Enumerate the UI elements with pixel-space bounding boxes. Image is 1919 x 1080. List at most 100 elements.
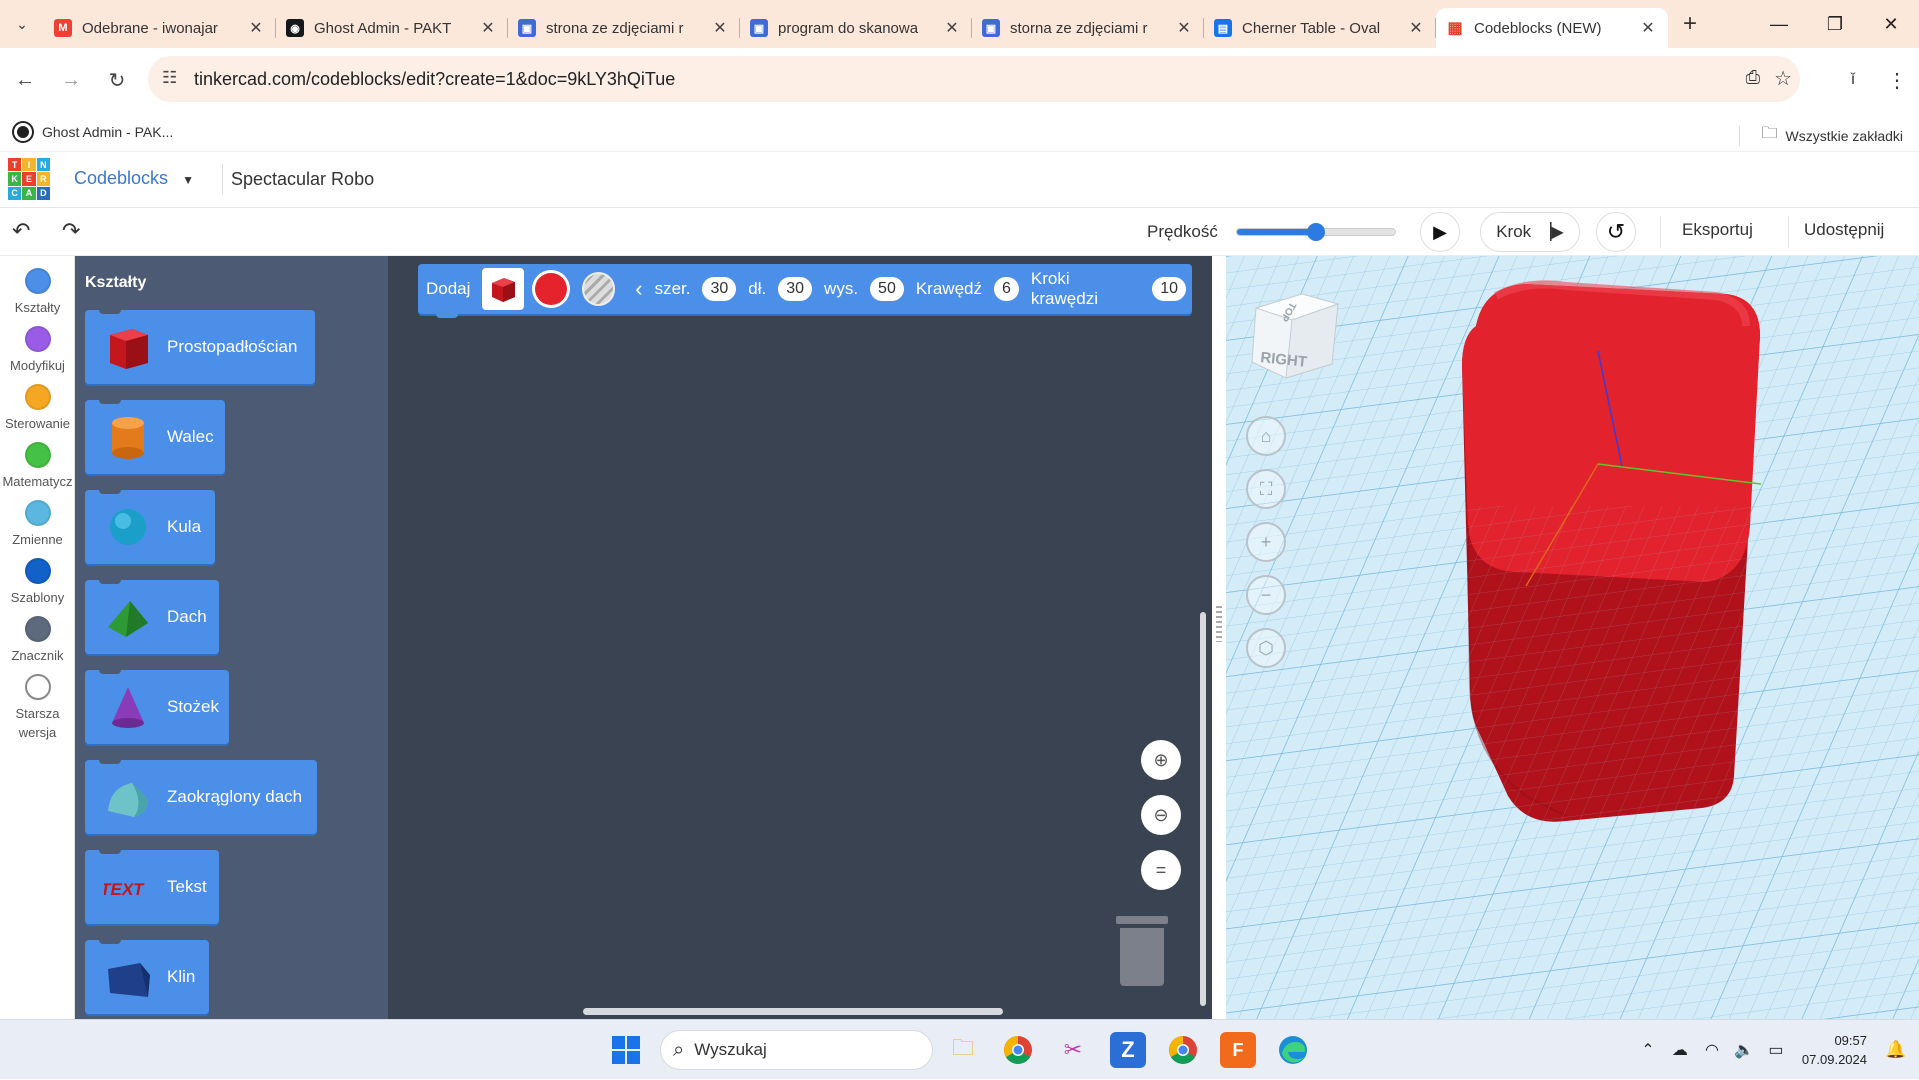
- chevron-up-icon[interactable]: ⌃: [1632, 1040, 1664, 1060]
- category-2[interactable]: Modyfikuj: [0, 326, 75, 375]
- fit-view-button[interactable]: ⛶: [1246, 469, 1286, 509]
- close-tab-icon[interactable]: ✕: [246, 18, 266, 38]
- file-explorer-icon[interactable]: 🗀: [945, 1032, 981, 1068]
- play-button[interactable]: ▶: [1420, 212, 1460, 252]
- zoom-app-icon[interactable]: Z: [1110, 1032, 1146, 1068]
- 3d-viewport[interactable]: RIGHT TOP ⌂ ⛶ + − ⬡: [1226, 256, 1919, 1019]
- browser-tab[interactable]: ▣ program do skanowa ✕: [740, 8, 972, 48]
- profile-icon[interactable]: ǐ: [1831, 71, 1875, 89]
- close-tab-icon[interactable]: ✕: [710, 18, 730, 38]
- notification-bell-icon[interactable]: 🔔: [1881, 1040, 1911, 1060]
- shape-block[interactable]: Klin: [85, 938, 209, 1014]
- category-5[interactable]: Zmienne: [0, 500, 75, 549]
- home-view-button[interactable]: ⌂: [1246, 416, 1286, 456]
- add-shape-block[interactable]: Dodaj ‹ szer. 30 dł. 30 wys. 50 Krawędź …: [418, 264, 1192, 318]
- zoom-in-button[interactable]: ⊕: [1141, 740, 1181, 780]
- category-3[interactable]: Sterowanie: [0, 384, 75, 433]
- color-picker[interactable]: [531, 270, 570, 308]
- minimize-icon[interactable]: —: [1751, 0, 1807, 48]
- close-tab-icon[interactable]: ✕: [942, 18, 962, 38]
- code-workspace[interactable]: Dodaj ‹ szer. 30 dł. 30 wys. 50 Krawędź …: [388, 256, 1212, 1019]
- zoom-in-3d-button[interactable]: +: [1246, 522, 1286, 562]
- reload-icon[interactable]: ↻: [96, 60, 138, 100]
- back-icon[interactable]: ←: [4, 60, 46, 100]
- panel-resize-handle[interactable]: [1212, 256, 1226, 1019]
- collapse-chevron-icon[interactable]: ‹: [635, 276, 642, 302]
- category-7[interactable]: Znacznik: [0, 616, 75, 665]
- tinkercad-logo[interactable]: TINKERCAD: [8, 158, 50, 200]
- shape-block[interactable]: Dach: [85, 578, 219, 654]
- browser-tab[interactable]: M Odebrane - iwonajar ✕: [44, 8, 276, 48]
- reset-zoom-button[interactable]: =: [1141, 850, 1181, 890]
- shape-selector[interactable]: [482, 268, 524, 310]
- project-title[interactable]: Spectacular Robo: [222, 164, 374, 194]
- shape-block[interactable]: Kula: [85, 488, 215, 564]
- shape-block[interactable]: Walec: [85, 398, 225, 474]
- browser-tab[interactable]: ▦ Codeblocks (NEW) ✕: [1436, 8, 1668, 48]
- browser-tab[interactable]: ◉ Ghost Admin - PAKT ✕: [276, 8, 508, 48]
- windows-start-icon[interactable]: [608, 1032, 644, 1068]
- edge-icon[interactable]: [1275, 1032, 1311, 1068]
- tab-search-chevron-icon[interactable]: ⌄: [0, 4, 44, 44]
- view-cube[interactable]: RIGHT TOP: [1246, 286, 1346, 379]
- clock[interactable]: 09:57 07.09.2024: [1802, 1031, 1867, 1069]
- onedrive-icon[interactable]: ☁: [1664, 1040, 1696, 1060]
- shape-block[interactable]: Prostopadłościan: [85, 308, 315, 384]
- battery-icon[interactable]: ▭: [1760, 1040, 1792, 1060]
- zoom-out-3d-button[interactable]: −: [1246, 575, 1286, 615]
- close-tab-icon[interactable]: ✕: [1638, 18, 1658, 38]
- edge-steps-input[interactable]: 10: [1152, 277, 1186, 301]
- category-1[interactable]: Kształty: [0, 268, 75, 317]
- step-button[interactable]: Krok ▕▶: [1480, 212, 1580, 252]
- rounded-box-shape[interactable]: [1456, 280, 1760, 826]
- perspective-button[interactable]: ⬡: [1246, 628, 1286, 668]
- trash-can-icon[interactable]: [1116, 916, 1168, 986]
- foxit-icon[interactable]: F: [1220, 1032, 1256, 1068]
- speed-slider-thumb[interactable]: [1307, 223, 1325, 241]
- category-4[interactable]: Matematycz: [0, 442, 75, 491]
- browser-tab[interactable]: ▤ Cherner Table - Oval ✕: [1204, 8, 1436, 48]
- reset-button[interactable]: ↺: [1596, 212, 1636, 252]
- speed-slider[interactable]: [1236, 223, 1396, 241]
- bookmark-ghost-admin[interactable]: Ghost Admin - PAK...: [14, 122, 173, 141]
- browser-tab[interactable]: ▣ storna ze zdjęciami r ✕: [972, 8, 1204, 48]
- site-info-icon[interactable]: ☷: [162, 68, 177, 88]
- browser-tab[interactable]: ▣ strona ze zdjęciami r ✕: [508, 8, 740, 48]
- wifi-icon[interactable]: ◠: [1696, 1040, 1728, 1060]
- undo-icon[interactable]: ↶: [12, 218, 30, 244]
- new-tab-button[interactable]: +: [1672, 10, 1708, 38]
- close-window-icon[interactable]: ✕: [1863, 0, 1919, 48]
- share-button[interactable]: Udostępnij: [1800, 220, 1888, 240]
- menu-kebab-icon[interactable]: ⋮: [1875, 68, 1919, 93]
- height-input[interactable]: 50: [870, 277, 904, 301]
- chrome-icon[interactable]: [1000, 1032, 1036, 1068]
- workspace-horizontal-scrollbar[interactable]: [583, 1008, 1003, 1015]
- export-button[interactable]: Eksportuj: [1672, 220, 1763, 240]
- volume-icon[interactable]: 🔈: [1728, 1040, 1760, 1060]
- taskbar-search[interactable]: ⌕ Wyszukaj: [660, 1030, 933, 1070]
- hole-toggle[interactable]: [581, 272, 616, 306]
- all-bookmarks[interactable]: 🗀 Wszystkie zakładki: [1738, 122, 1903, 149]
- chrome-profile-icon[interactable]: [1165, 1032, 1201, 1068]
- workspace-vertical-scrollbar[interactable]: [1200, 612, 1206, 1006]
- bookmark-star-icon[interactable]: ☆: [1774, 66, 1792, 91]
- forward-icon[interactable]: →: [50, 60, 92, 100]
- shape-block[interactable]: Zaokrąglony dach: [85, 758, 317, 834]
- length-input[interactable]: 30: [778, 277, 813, 301]
- width-input[interactable]: 30: [702, 277, 737, 301]
- category-8[interactable]: Starsza wersja: [0, 674, 75, 742]
- edge-input[interactable]: 6: [993, 277, 1019, 301]
- shape-block[interactable]: TEXT Tekst: [85, 848, 219, 924]
- restore-icon[interactable]: ❐: [1807, 0, 1863, 48]
- redo-icon[interactable]: ↷: [62, 218, 80, 244]
- snipping-tool-icon[interactable]: ✂: [1055, 1032, 1091, 1068]
- zoom-out-button[interactable]: ⊖: [1141, 795, 1181, 835]
- category-6[interactable]: Szablony: [0, 558, 75, 607]
- url-field[interactable]: ☷ tinkercad.com/codeblocks/edit?create=1…: [148, 56, 1800, 102]
- shape-block[interactable]: Stożek: [85, 668, 229, 744]
- close-tab-icon[interactable]: ✕: [1406, 18, 1426, 38]
- install-app-icon[interactable]: ⎙: [1746, 67, 1760, 88]
- codeblocks-menu[interactable]: Codeblocks ▼: [74, 168, 194, 189]
- close-tab-icon[interactable]: ✕: [478, 18, 498, 38]
- close-tab-icon[interactable]: ✕: [1174, 18, 1194, 38]
